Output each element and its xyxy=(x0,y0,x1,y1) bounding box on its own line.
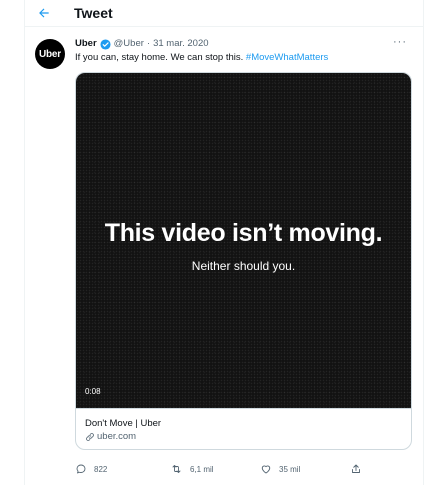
retweet-button[interactable]: 6,1 mil xyxy=(170,463,260,475)
back-button[interactable] xyxy=(37,6,57,20)
author-name[interactable]: Uber xyxy=(75,37,97,51)
reply-icon xyxy=(76,464,86,474)
video-subtext: Neither should you. xyxy=(191,259,296,273)
share-icon xyxy=(352,464,360,473)
avatar[interactable]: Uber xyxy=(35,39,65,69)
more-options-button[interactable]: ··· xyxy=(393,36,407,48)
avatar-logo-text: Uber xyxy=(39,48,61,60)
verified-badge-icon xyxy=(100,38,111,50)
like-count: 35 mil xyxy=(279,464,301,474)
reply-button[interactable]: 822 xyxy=(75,463,170,475)
arrow-left-icon xyxy=(39,8,49,18)
card-info: Don't Move | Uber uber.com xyxy=(76,408,411,449)
header: Tweet xyxy=(25,0,423,27)
link-icon xyxy=(85,432,95,442)
tweet: Uber ··· Uber @Uber · 31 mar. 2020 If yo… xyxy=(25,27,423,476)
card-domain-text: uber.com xyxy=(97,431,137,442)
tweet-text: If you can, stay home. We can stop this.… xyxy=(75,51,411,65)
video-headline: This video isn’t moving. xyxy=(104,219,383,247)
hashtag-link[interactable]: #MoveWhatMatters xyxy=(246,52,328,63)
author-handle[interactable]: @Uber xyxy=(114,37,144,51)
tweet-page: Tweet Uber ··· Uber @Uber · 31 mar. 2020… xyxy=(24,0,424,485)
retweet-icon xyxy=(172,465,181,473)
video-duration: 0:08 xyxy=(85,387,101,396)
tweet-actions: 822 6,1 mil 35 mil xyxy=(75,462,411,476)
tweet-text-body: If you can, stay home. We can stop this. xyxy=(75,52,246,63)
page-title: Tweet xyxy=(74,5,113,21)
heart-icon xyxy=(261,465,271,474)
link-card[interactable]: This video isn’t moving. Neither should … xyxy=(75,72,412,450)
card-domain: uber.com xyxy=(85,430,402,443)
tweet-body: Uber @Uber · 31 mar. 2020 If you can, st… xyxy=(75,37,412,476)
like-button[interactable]: 35 mil xyxy=(260,463,350,475)
retweet-count: 6,1 mil xyxy=(190,464,214,474)
share-button[interactable] xyxy=(350,463,369,475)
reply-count: 822 xyxy=(94,464,108,474)
tweet-date[interactable]: 31 mar. 2020 xyxy=(153,37,208,51)
card-title: Don't Move | Uber xyxy=(85,418,162,429)
video-player[interactable]: This video isn’t moving. Neither should … xyxy=(76,73,411,408)
meta-separator: · xyxy=(146,38,151,49)
tweet-meta: Uber @Uber · 31 mar. 2020 xyxy=(75,37,411,51)
